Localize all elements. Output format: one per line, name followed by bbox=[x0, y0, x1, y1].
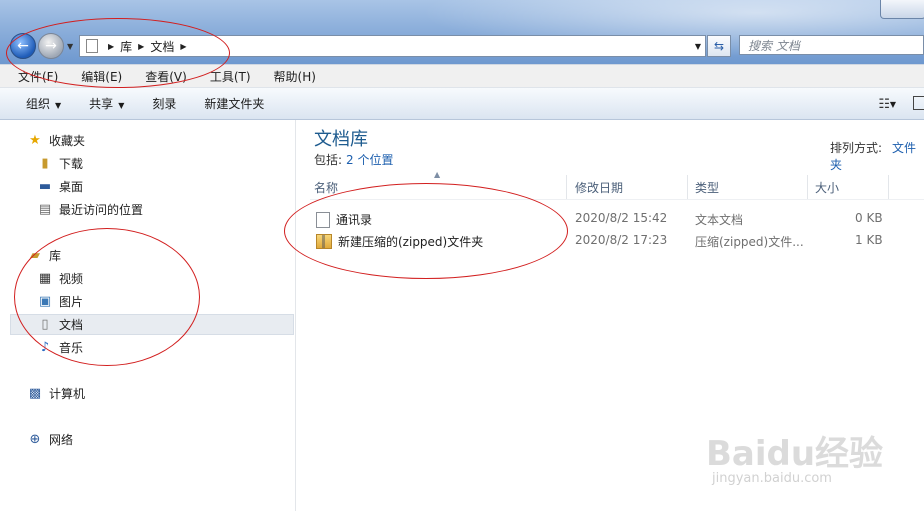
library-title: 文档库 bbox=[314, 129, 368, 150]
nav-network[interactable]: ⊕ 网络 bbox=[27, 429, 73, 449]
new-folder-button[interactable]: 新建文件夹 bbox=[190, 95, 278, 112]
file-type-cell: 压缩(zipped)文件... bbox=[695, 235, 804, 249]
network-icon: ⊕ bbox=[29, 431, 41, 447]
recent-places-icon: ▤ bbox=[38, 201, 52, 217]
search-input[interactable]: 搜索 文档 bbox=[739, 35, 924, 55]
library-includes: 包括: 2 个位置 bbox=[314, 153, 394, 167]
address-dropdown-icon[interactable]: ▼ bbox=[695, 42, 701, 51]
computer-icon: ▩ bbox=[28, 385, 42, 401]
column-header-size[interactable]: 大小 bbox=[815, 179, 839, 196]
menu-help[interactable]: 帮助(H) bbox=[256, 68, 321, 85]
file-type-cell: 文本文档 bbox=[695, 213, 744, 227]
arrange-by: 排列方式: 文件夹 bbox=[830, 141, 917, 172]
view-options-dropdown-icon[interactable]: ▼ bbox=[890, 100, 896, 109]
star-icon: ★ bbox=[29, 132, 41, 148]
nav-desktop[interactable]: ▬ 桌面 bbox=[37, 176, 83, 196]
file-modified-cell: 2020/8/2 15:42 bbox=[575, 211, 668, 225]
organize-button[interactable]: 组织 ▼ bbox=[0, 95, 75, 112]
library-locations-link[interactable]: 2 个位置 bbox=[346, 153, 393, 167]
desktop-icon: ▬ bbox=[38, 178, 52, 194]
refresh-icon: ⇆ bbox=[713, 39, 725, 53]
annotation-ellipse-files bbox=[284, 183, 568, 279]
nav-downloads[interactable]: ▮ 下载 bbox=[37, 153, 83, 173]
column-header-type[interactable]: 类型 bbox=[695, 179, 719, 196]
file-size-cell: 0 KB bbox=[855, 211, 883, 225]
sort-ascending-icon: ▲ bbox=[434, 170, 441, 179]
nav-computer[interactable]: ▩ 计算机 bbox=[27, 383, 85, 403]
downloads-folder-icon: ▮ bbox=[41, 155, 49, 171]
refresh-button[interactable]: ⇆ bbox=[707, 35, 731, 57]
annotation-ellipse-libraries bbox=[14, 228, 200, 366]
file-size-cell: 1 KB bbox=[855, 233, 883, 247]
burn-button[interactable]: 刻录 bbox=[138, 95, 190, 112]
baidu-watermark-url: jingyan.baidu.com bbox=[712, 471, 832, 486]
nav-recent-places[interactable]: ▤ 最近访问的位置 bbox=[37, 199, 143, 219]
file-modified-cell: 2020/8/2 17:23 bbox=[575, 233, 668, 247]
column-header-modified[interactable]: 修改日期 bbox=[575, 179, 623, 196]
preview-pane-button[interactable] bbox=[913, 96, 924, 110]
annotation-ellipse-address bbox=[6, 18, 230, 88]
share-button[interactable]: 共享 ▼ bbox=[75, 95, 138, 112]
change-view-icon[interactable]: ☷ bbox=[878, 97, 890, 112]
baidu-watermark-logo: Baidu经验 bbox=[706, 434, 884, 474]
nav-favorites[interactable]: ★ 收藏夹 bbox=[27, 130, 85, 150]
command-toolbar: 组织 ▼ 共享 ▼ 刻录 新建文件夹 bbox=[0, 88, 924, 120]
minimize-button[interactable] bbox=[880, 0, 924, 19]
